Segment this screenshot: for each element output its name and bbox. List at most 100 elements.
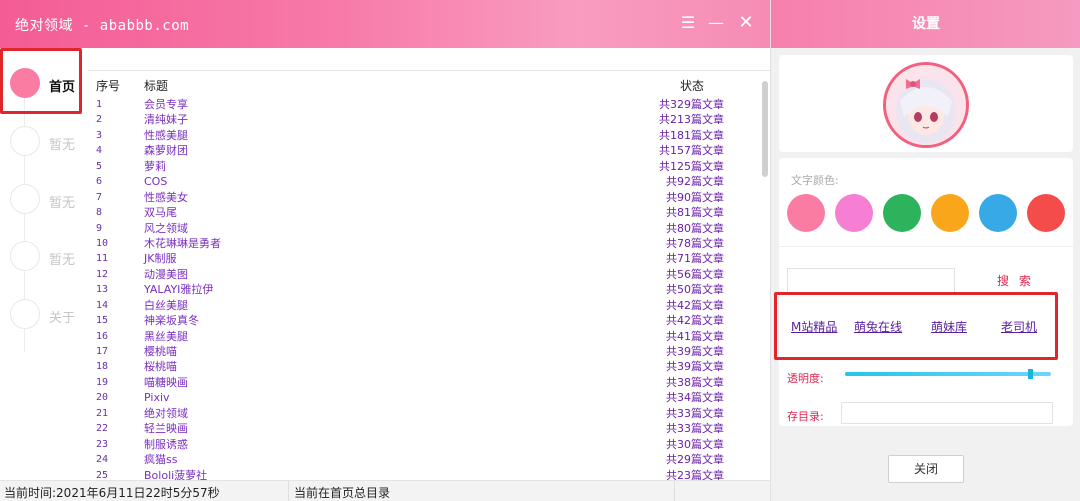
row-index: 1 [96, 99, 103, 110]
search-input[interactable] [787, 268, 955, 294]
settings-title: 设置 [771, 0, 1080, 48]
sidebar-item-placeholder-1[interactable]: 暂无 [8, 124, 88, 162]
table-row[interactable]: 23 制服诱惑 共30篇文章 [88, 437, 760, 452]
row-status: 共125篇文章 [659, 159, 724, 173]
row-index: 18 [96, 361, 109, 373]
table-row[interactable]: 10 木花琳琳是勇者 共78篇文章 [88, 236, 760, 251]
row-title[interactable]: 樱桃喵 [144, 344, 177, 359]
row-title[interactable]: 萝莉 [144, 159, 166, 174]
row-title[interactable]: 喵糖映画 [144, 375, 188, 390]
table-row[interactable]: 19 喵糖映画 共38篇文章 [88, 375, 760, 390]
close-icon[interactable]: ✕ [735, 12, 757, 34]
table-row[interactable]: 18 桜桃喵 共39篇文章 [88, 359, 760, 374]
table-row[interactable]: 3 性感美腿 共181篇文章 [88, 128, 760, 143]
row-status: 共213篇文章 [659, 113, 724, 127]
row-title[interactable]: 清纯妹子 [144, 112, 188, 127]
row-title[interactable]: 森萝财团 [144, 143, 188, 158]
divider [288, 481, 289, 501]
row-title[interactable]: 疯猫ss [144, 452, 177, 467]
table-row[interactable]: 15 神楽坂真冬 共42篇文章 [88, 313, 760, 328]
table-row[interactable]: 7 性感美女 共90篇文章 [88, 190, 760, 205]
table-row[interactable]: 6 COS 共92篇文章 [88, 174, 760, 189]
close-button[interactable]: 关闭 [888, 455, 964, 483]
row-status: 共92篇文章 [666, 175, 724, 189]
opacity-slider-thumb[interactable] [1028, 369, 1034, 379]
row-status: 共329篇文章 [659, 98, 724, 111]
row-index: 11 [96, 253, 109, 265]
sidebar-item-about[interactable]: 关于 [8, 297, 88, 335]
row-title[interactable]: COS [144, 174, 167, 189]
row-title[interactable]: 白丝美腿 [144, 298, 188, 313]
title-bar: 绝对领域 - ababbb.com ☰ — ✕ [0, 0, 770, 48]
row-title[interactable]: 神楽坂真冬 [144, 313, 199, 328]
sidebar-item-placeholder-3[interactable]: 暂无 [8, 239, 88, 277]
table-row[interactable]: 12 动漫美图 共56篇文章 [88, 267, 760, 282]
row-status: 共80篇文章 [666, 221, 724, 235]
table-row[interactable]: 20 Pixiv 共34篇文章 [88, 390, 760, 405]
sidebar-item-label: 暂无 [49, 253, 76, 268]
table-row[interactable]: 24 疯猫ss 共29篇文章 [88, 452, 760, 467]
row-status: 共78篇文章 [666, 236, 724, 250]
row-title[interactable]: 风之领域 [144, 221, 188, 236]
row-title[interactable]: 木花琳琳是勇者 [144, 236, 221, 251]
table-row[interactable]: 17 樱桃喵 共39篇文章 [88, 344, 760, 359]
list-header: 序号 标题 状态 [88, 77, 770, 93]
row-title[interactable]: 性感美女 [144, 190, 188, 205]
table-row[interactable]: 4 森萝财团 共157篇文章 [88, 143, 760, 158]
row-title[interactable]: 会员专享 [144, 97, 188, 112]
menu-icon[interactable]: ☰ [677, 12, 699, 34]
row-index: 6 [96, 176, 103, 188]
color-swatch-orange[interactable] [931, 194, 969, 232]
row-title[interactable]: 黑丝美腿 [144, 329, 188, 344]
table-row[interactable]: 8 双马尾 共81篇文章 [88, 205, 760, 220]
column-header-title: 标题 [144, 79, 169, 93]
color-swatch-magenta[interactable] [835, 194, 873, 232]
table-row[interactable]: 2 清纯妹子 共213篇文章 [88, 112, 760, 127]
color-swatch-red[interactable] [1027, 194, 1065, 232]
current-time: 当前时间:2021年6月11日22时5分57秒 [4, 486, 220, 500]
row-title[interactable]: 双马尾 [144, 205, 177, 220]
row-index: 22 [96, 423, 109, 435]
row-title[interactable]: Pixiv [144, 390, 170, 405]
row-title[interactable]: 制服诱惑 [144, 437, 188, 452]
color-swatch-blue[interactable] [979, 194, 1017, 232]
table-row[interactable]: 21 绝对领域 共33篇文章 [88, 406, 760, 421]
color-swatch-green[interactable] [883, 194, 921, 232]
divider [674, 481, 675, 501]
scrollbar[interactable] [762, 81, 768, 177]
table-row[interactable]: 22 轻兰映画 共33篇文章 [88, 421, 760, 436]
table-row[interactable]: 9 风之领域 共80篇文章 [88, 221, 760, 236]
row-title[interactable]: JK制服 [144, 251, 176, 266]
minimize-icon[interactable]: — [705, 12, 727, 34]
list-rows: 1 会员专享 共329篇文章 2 清纯妹子 共213篇文章 3 性感美腿 共181篇文章 4 森萝财… [88, 97, 760, 483]
row-index: 20 [96, 392, 109, 404]
table-row[interactable]: 11 JK制服 共71篇文章 [88, 251, 760, 266]
row-index: 5 [96, 160, 103, 172]
color-swatch-pink[interactable] [787, 194, 825, 232]
nav-dot-icon [10, 299, 40, 329]
nav-dot-icon [10, 184, 40, 214]
table-row[interactable]: 16 黑丝美腿 共41篇文章 [88, 329, 760, 344]
row-title[interactable]: 绝对领域 [144, 406, 188, 421]
table-row[interactable]: 1 会员专享 共329篇文章 [88, 97, 760, 112]
table-row[interactable]: 13 YALAYI雅拉伊 共50篇文章 [88, 282, 760, 297]
nav-dot-icon [10, 126, 40, 156]
row-title[interactable]: 桜桃喵 [144, 359, 177, 374]
row-title[interactable]: 性感美腿 [144, 128, 188, 143]
sidebar-item-placeholder-2[interactable]: 暂无 [8, 182, 88, 220]
table-row[interactable]: 14 白丝美腿 共42篇文章 [88, 298, 760, 313]
row-status: 共38篇文章 [666, 375, 724, 389]
search-button[interactable]: 搜 索 [997, 272, 1034, 289]
nav-dot-icon [10, 241, 40, 271]
main-window: 绝对领域 - ababbb.com ☰ — ✕ 首页 暂无 暂无 暂无 关于 序 [0, 0, 770, 501]
row-title[interactable]: YALAYI雅拉伊 [144, 282, 213, 297]
row-title[interactable]: 动漫美图 [144, 267, 188, 282]
row-title[interactable]: 轻兰映画 [144, 421, 188, 436]
settings-panel: 设置 文字颜色: 搜 索 M站精品 萌兔在线 萌妹库 老司机 透明度: 存目录:… [770, 0, 1080, 501]
row-index: 10 [96, 237, 109, 249]
table-row[interactable]: 5 萝莉 共125篇文章 [88, 159, 760, 174]
anime-girl-avatar-icon [886, 65, 966, 145]
save-directory-input[interactable] [841, 402, 1053, 424]
opacity-slider[interactable] [845, 372, 1051, 376]
row-status: 共33篇文章 [666, 406, 724, 420]
